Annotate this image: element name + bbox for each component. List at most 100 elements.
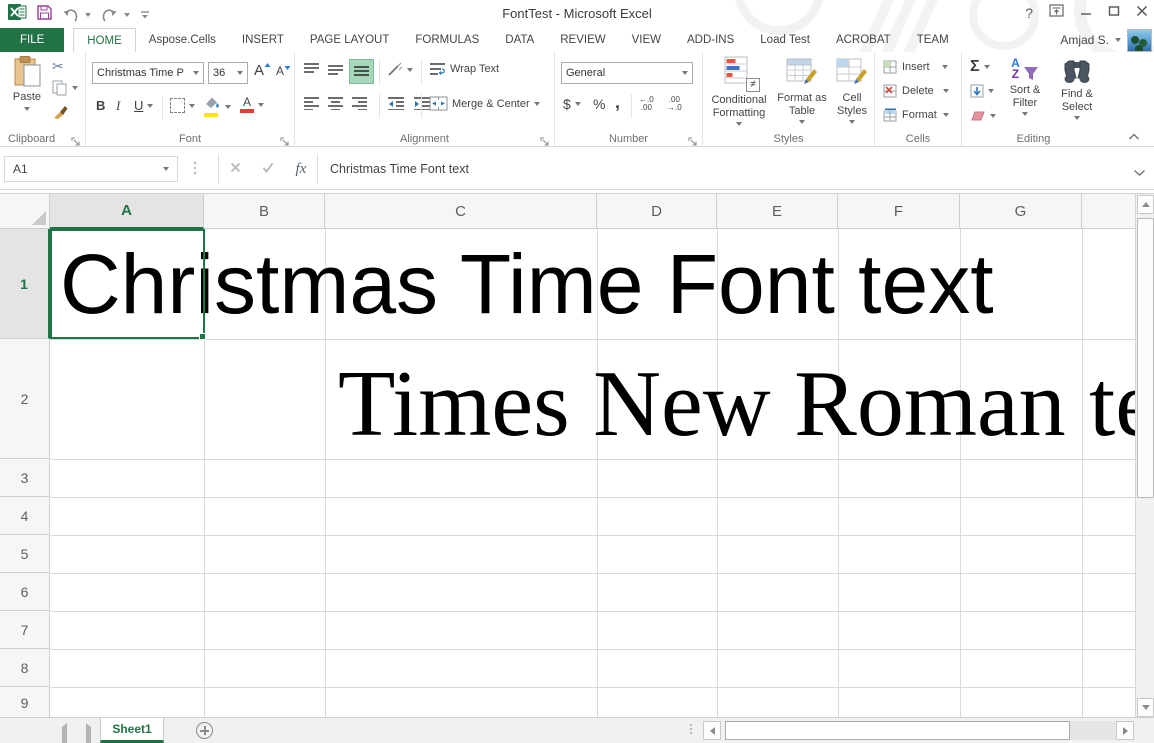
tab-add-ins[interactable]: ADD-INS [674,28,747,52]
scroll-left-button[interactable] [703,721,721,740]
tab-load-test[interactable]: Load Test [747,28,823,52]
avatar[interactable] [1127,29,1152,52]
tab-home[interactable]: HOME [73,28,136,52]
increase-font-size-button[interactable]: A [254,62,271,79]
grow-font-letter: A [254,62,264,79]
decrease-font-size-button[interactable]: A [276,64,291,78]
sheet-nav-next-icon[interactable] [86,727,91,743]
user-caret-icon[interactable] [1115,38,1121,42]
vertical-scrollbar[interactable] [1135,194,1154,718]
name-box-caret-icon[interactable] [163,167,169,171]
bottom-align-button[interactable] [349,59,374,84]
close-button[interactable] [1136,4,1148,22]
wrap-text-button[interactable]: Wrap Text [429,62,499,76]
percent-style-button[interactable]: % [593,96,605,112]
delete-cells-button[interactable]: Delete [883,84,949,98]
horizontal-scrollbar[interactable] [703,721,1143,740]
sheet-nav-prev-icon[interactable] [62,727,67,743]
clear-button[interactable] [970,110,996,122]
align-right-button[interactable] [351,96,368,115]
horizontal-scroll-thumb[interactable] [725,721,1070,740]
collapse-ribbon-button[interactable] [1128,128,1140,146]
bold-button[interactable]: B [96,98,105,113]
merge-center-button[interactable]: Merge & Center [429,96,540,111]
format-as-table-button[interactable]: Format as Table [773,56,831,124]
tab-review[interactable]: REVIEW [547,28,618,52]
format-painter-icon[interactable] [52,104,68,125]
tab-scroll-splitter[interactable] [690,724,692,736]
expand-formula-bar-icon[interactable] [1133,164,1146,182]
cancel-icon[interactable] [230,160,241,178]
tab-aspose-cells[interactable]: Aspose.Cells [136,28,229,52]
accounting-format-button[interactable]: $ [563,96,581,112]
help-button[interactable]: ? [1025,5,1033,21]
cut-icon[interactable]: ✂ [52,58,64,75]
font-size-select[interactable]: 36 [208,62,248,84]
paste-button[interactable]: Paste [6,56,48,111]
font-color-letter: A [240,96,254,108]
font-color-button[interactable]: A [240,96,264,113]
insert-cells-button[interactable]: Insert [883,60,948,74]
scroll-up-button[interactable] [1137,195,1154,214]
enter-icon[interactable] [262,160,274,178]
italic-button[interactable]: I [116,98,120,114]
font-family-select[interactable]: Christmas Time P [92,62,204,84]
new-sheet-button[interactable] [196,722,213,739]
autosum-button[interactable]: Σ [970,58,990,76]
find-select-button[interactable]: Find & Select [1052,58,1102,120]
conditional-formatting-button[interactable]: ≠ Conditional Formatting [707,56,771,126]
excel-window: FontTest - Microsoft Excel ? FILE [0,0,1154,743]
underline-button[interactable]: U [134,98,153,113]
ribbon-display-options-icon[interactable] [1049,4,1064,22]
user-name[interactable]: Amjad S. [1060,33,1109,47]
insert-cells-icon [883,60,898,74]
alignment-dialog-launcher[interactable] [540,134,550,144]
tab-data[interactable]: DATA [492,28,547,52]
clipboard-dialog-launcher[interactable] [71,134,81,144]
maximize-button[interactable] [1108,4,1120,22]
scroll-down-button[interactable] [1137,698,1154,717]
scroll-right-button[interactable] [1116,721,1134,740]
middle-align-button[interactable] [327,62,344,81]
format-as-table-icon [786,56,818,90]
copy-button[interactable] [52,80,78,96]
top-align-button[interactable] [303,62,320,81]
tab-formulas[interactable]: FORMULAS [402,28,492,52]
minimize-button[interactable] [1080,4,1092,22]
fill-color-button[interactable] [204,96,231,117]
tab-insert[interactable]: INSERT [229,28,297,52]
tab-view[interactable]: VIEW [619,28,674,52]
tab-team[interactable]: TEAM [904,28,962,52]
insert-function-button[interactable]: fx [295,161,306,178]
decrease-decimal-bottom: →.0 [667,104,682,112]
fill-handle[interactable] [199,333,206,340]
horizontal-scroll-track[interactable] [1070,721,1116,740]
align-left-button[interactable] [303,96,320,115]
number-dialog-launcher[interactable] [688,134,698,144]
font-dialog-launcher[interactable] [280,134,290,144]
comma-style-button[interactable]: , [615,92,620,113]
vertical-scroll-thumb[interactable] [1137,218,1154,498]
increase-decimal-button[interactable]: ←.0 .00 [639,96,654,112]
name-box[interactable]: A1 [4,156,178,182]
active-cell-selection[interactable] [50,229,205,339]
tab-file[interactable]: FILE [0,28,64,52]
format-cells-button[interactable]: Format [883,108,949,122]
tab-acrobat[interactable]: ACROBAT [823,28,904,52]
number-format-select[interactable]: General [561,62,693,84]
decrease-decimal-button[interactable]: .00 →.0 [667,96,682,112]
borders-button[interactable] [170,98,195,113]
account-block[interactable]: Amjad S. [1060,28,1152,52]
formula-input[interactable]: Christmas Time Font text [330,156,1124,182]
orientation-button[interactable] [387,62,413,77]
formula-bar-splitter[interactable] [194,162,197,177]
decrease-indent-button[interactable] [387,96,405,115]
align-center-button[interactable] [327,96,344,115]
fill-caret-icon [988,89,994,93]
cell-row2-text[interactable]: Times New Roman te [338,352,1135,457]
tab-page-layout[interactable]: PAGE LAYOUT [297,28,402,52]
sheet-tab-sheet1[interactable]: Sheet1 [100,718,164,743]
sort-filter-button[interactable]: A Z Sort & Filter [1000,58,1050,116]
cell-styles-button[interactable]: Cell Styles [831,56,873,124]
fill-button[interactable] [970,84,994,98]
